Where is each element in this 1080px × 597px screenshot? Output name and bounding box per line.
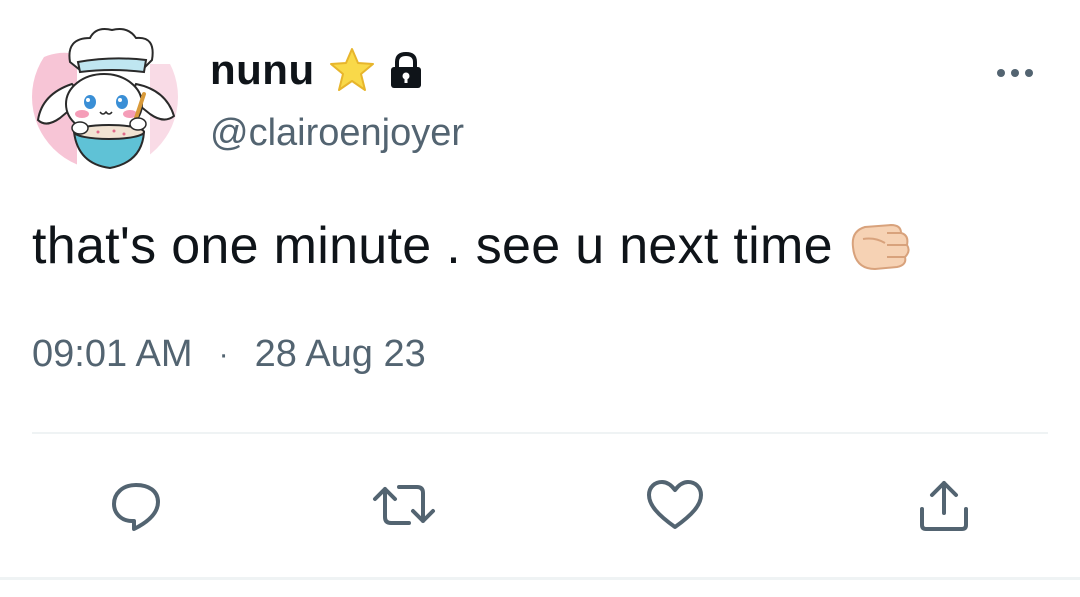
pointing-fist-icon bbox=[847, 217, 913, 275]
lock-icon bbox=[387, 50, 425, 90]
bottom-divider bbox=[0, 577, 1080, 580]
divider bbox=[32, 432, 1048, 434]
share-icon[interactable] bbox=[909, 470, 979, 540]
tweet-date[interactable]: 28 Aug 23 bbox=[255, 333, 426, 376]
avatar[interactable] bbox=[32, 24, 178, 170]
star-icon bbox=[327, 46, 377, 94]
reply-icon[interactable] bbox=[101, 470, 171, 540]
display-name[interactable]: nunu bbox=[210, 46, 315, 94]
tweet-header: nunu @clairoenjoyer bbox=[210, 38, 464, 155]
tweet-time[interactable]: 09:01 AM bbox=[32, 333, 193, 376]
meta-separator: · bbox=[218, 337, 229, 371]
action-bar bbox=[0, 470, 1080, 540]
tweet-body: that's one minute . see u next time bbox=[32, 216, 913, 276]
name-row: nunu bbox=[210, 38, 464, 102]
more-icon[interactable] bbox=[990, 58, 1040, 88]
tweet-meta: 09:01 AM · 28 Aug 23 bbox=[32, 333, 426, 376]
tweet-text: that's one minute . see u next time bbox=[32, 217, 833, 275]
user-handle[interactable]: @clairoenjoyer bbox=[210, 112, 464, 155]
heart-icon[interactable] bbox=[640, 470, 710, 540]
retweet-icon[interactable] bbox=[369, 470, 439, 540]
